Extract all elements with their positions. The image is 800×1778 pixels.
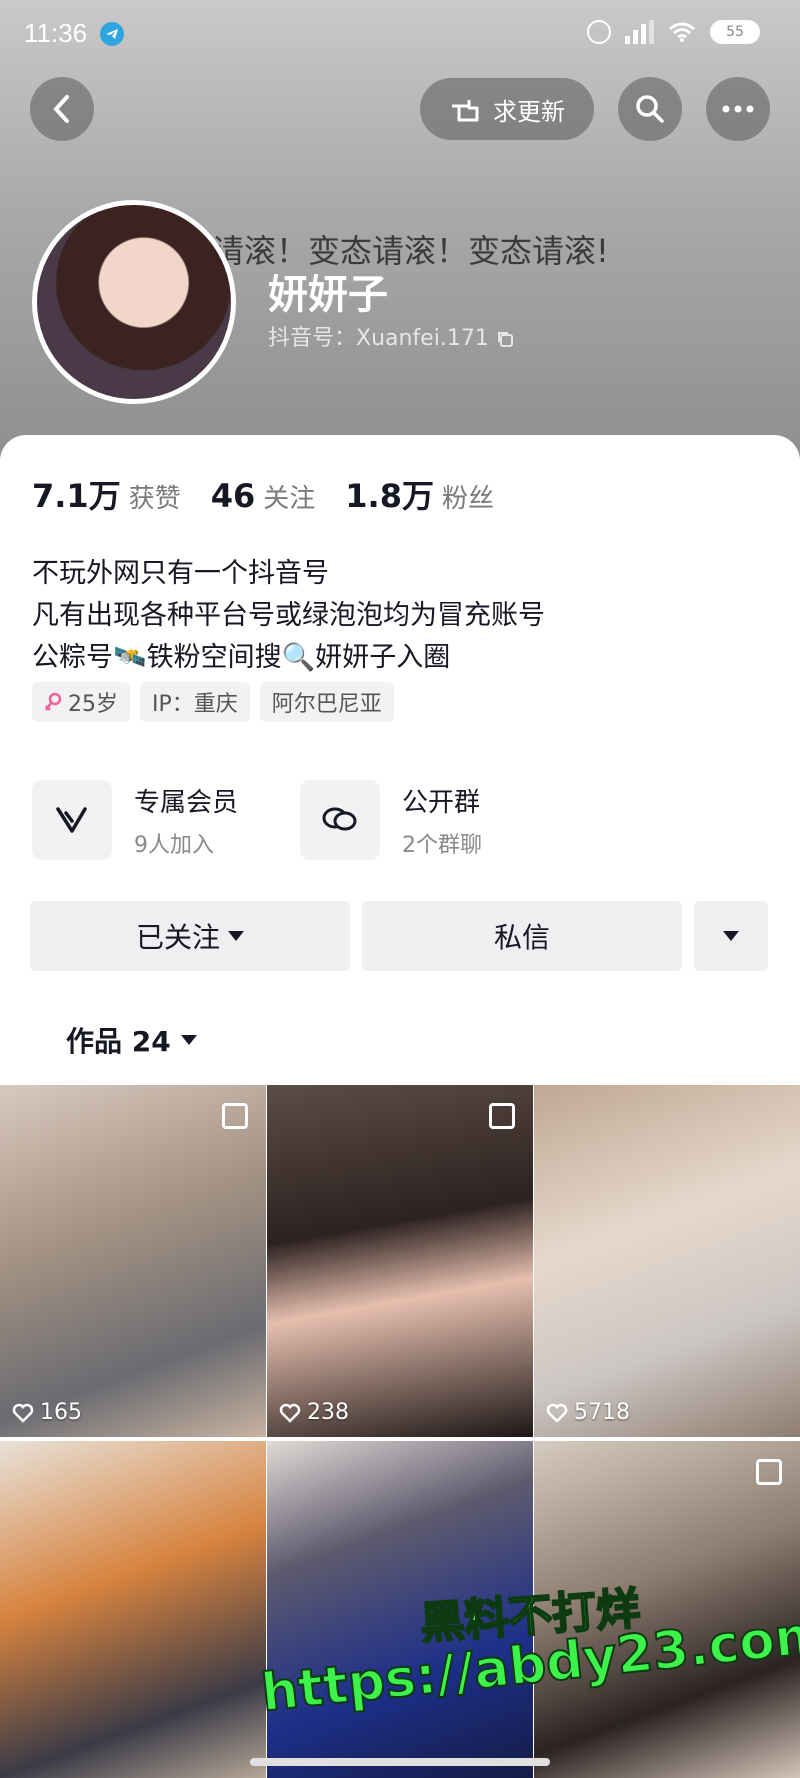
stat-followers[interactable]: 1.8万 粉丝	[345, 471, 494, 517]
copy-icon[interactable]	[496, 330, 514, 348]
heart-icon	[279, 1403, 301, 1423]
bio-line: 不玩外网只有一个抖音号	[32, 558, 329, 589]
female-icon	[44, 692, 62, 711]
multi-image-icon	[222, 1103, 248, 1129]
request-update-button[interactable]: 求更新	[420, 78, 594, 140]
bio-line: 凡有出现各种平台号或绿泡泡均为冒充账号	[32, 600, 545, 631]
post-thumbnail[interactable]: 238	[267, 1085, 533, 1437]
caret-down-icon	[723, 931, 739, 941]
status-time: 11:36	[24, 18, 88, 48]
post-thumbnail[interactable]: 5718	[534, 1085, 800, 1437]
globe-icon	[587, 20, 611, 44]
following-button[interactable]: 已关注	[30, 901, 350, 971]
works-tab[interactable]: 作品 24	[66, 1020, 197, 1060]
vip-subtitle: 9人加入	[134, 832, 214, 858]
group-subtitle: 2个群聊	[402, 832, 482, 858]
caret-down-icon	[228, 931, 244, 941]
hand-pointer-icon	[452, 100, 479, 122]
status-bar: 11:36 55	[0, 0, 800, 70]
caret-down-icon	[180, 1035, 197, 1045]
stat-likes[interactable]: 7.1万 获赞	[32, 471, 181, 517]
public-group-entry[interactable]: 公开群 2个群聊	[300, 780, 482, 860]
signal-icon	[625, 20, 654, 44]
chevron-left-icon	[53, 95, 69, 123]
multi-image-icon	[489, 1103, 515, 1129]
post-likes: 165	[12, 1400, 82, 1425]
action-row: 已关注 私信	[30, 901, 768, 971]
post-likes: 5718	[546, 1400, 630, 1425]
post-thumbnail[interactable]: 165	[0, 1085, 266, 1437]
age-tag: 25岁	[32, 682, 130, 722]
message-button[interactable]: 私信	[362, 901, 682, 971]
username: 妍妍子	[268, 272, 388, 318]
bio: 不玩外网只有一个抖音号 凡有出现各种平台号或绿泡泡均为冒充账号 公粽号🛰️铁粉空…	[32, 553, 545, 679]
location-tag: 阿尔巴尼亚	[259, 682, 394, 722]
telegram-icon	[100, 22, 124, 46]
group-title: 公开群	[402, 787, 481, 818]
profile-tags: 25岁 IP：重庆 阿尔巴尼亚	[32, 682, 394, 722]
profile-card: 7.1万 获赞 46 关注 1.8万 粉丝 不玩外网只有一个抖音号 凡有出现各种平台号…	[0, 435, 800, 1778]
more-actions-dropdown[interactable]	[694, 901, 768, 971]
avatar[interactable]	[32, 200, 236, 404]
back-button[interactable]	[30, 77, 94, 141]
douyin-id[interactable]: 抖音号：Xuanfei.171	[268, 320, 514, 352]
stat-following[interactable]: 46 关注	[211, 477, 316, 515]
profile-header: 11:36 55 求更新 请滚！变态请滚！变态请滚! 妍妍子 抖音号：Xuanf…	[0, 0, 800, 470]
post-thumbnail[interactable]	[0, 1441, 266, 1778]
multi-image-icon	[756, 1459, 782, 1485]
system-icons: 55	[587, 20, 760, 44]
heart-icon	[12, 1403, 34, 1423]
search-button[interactable]	[618, 77, 682, 141]
more-dots-icon	[722, 105, 754, 113]
group-chat-icon	[300, 780, 380, 860]
wifi-icon	[669, 22, 695, 42]
search-icon	[636, 95, 664, 123]
vip-membership-entry[interactable]: 专属会员 9人加入	[32, 780, 238, 860]
more-button[interactable]	[706, 77, 770, 141]
heart-icon	[546, 1403, 568, 1423]
home-indicator[interactable]	[250, 1758, 550, 1766]
ip-tag: IP：重庆	[140, 682, 250, 722]
stats-row: 7.1万 获赞 46 关注 1.8万 粉丝	[32, 471, 494, 517]
bio-line: 公粽号🛰️铁粉空间搜🔍妍妍子入圈	[32, 642, 451, 673]
battery-icon: 55	[710, 20, 760, 44]
post-likes: 238	[279, 1400, 349, 1425]
request-update-label: 求更新	[493, 97, 565, 126]
vip-icon	[32, 780, 112, 860]
vip-title: 专属会员	[134, 787, 239, 818]
douyin-id-text: 抖音号：Xuanfei.171	[268, 326, 489, 351]
